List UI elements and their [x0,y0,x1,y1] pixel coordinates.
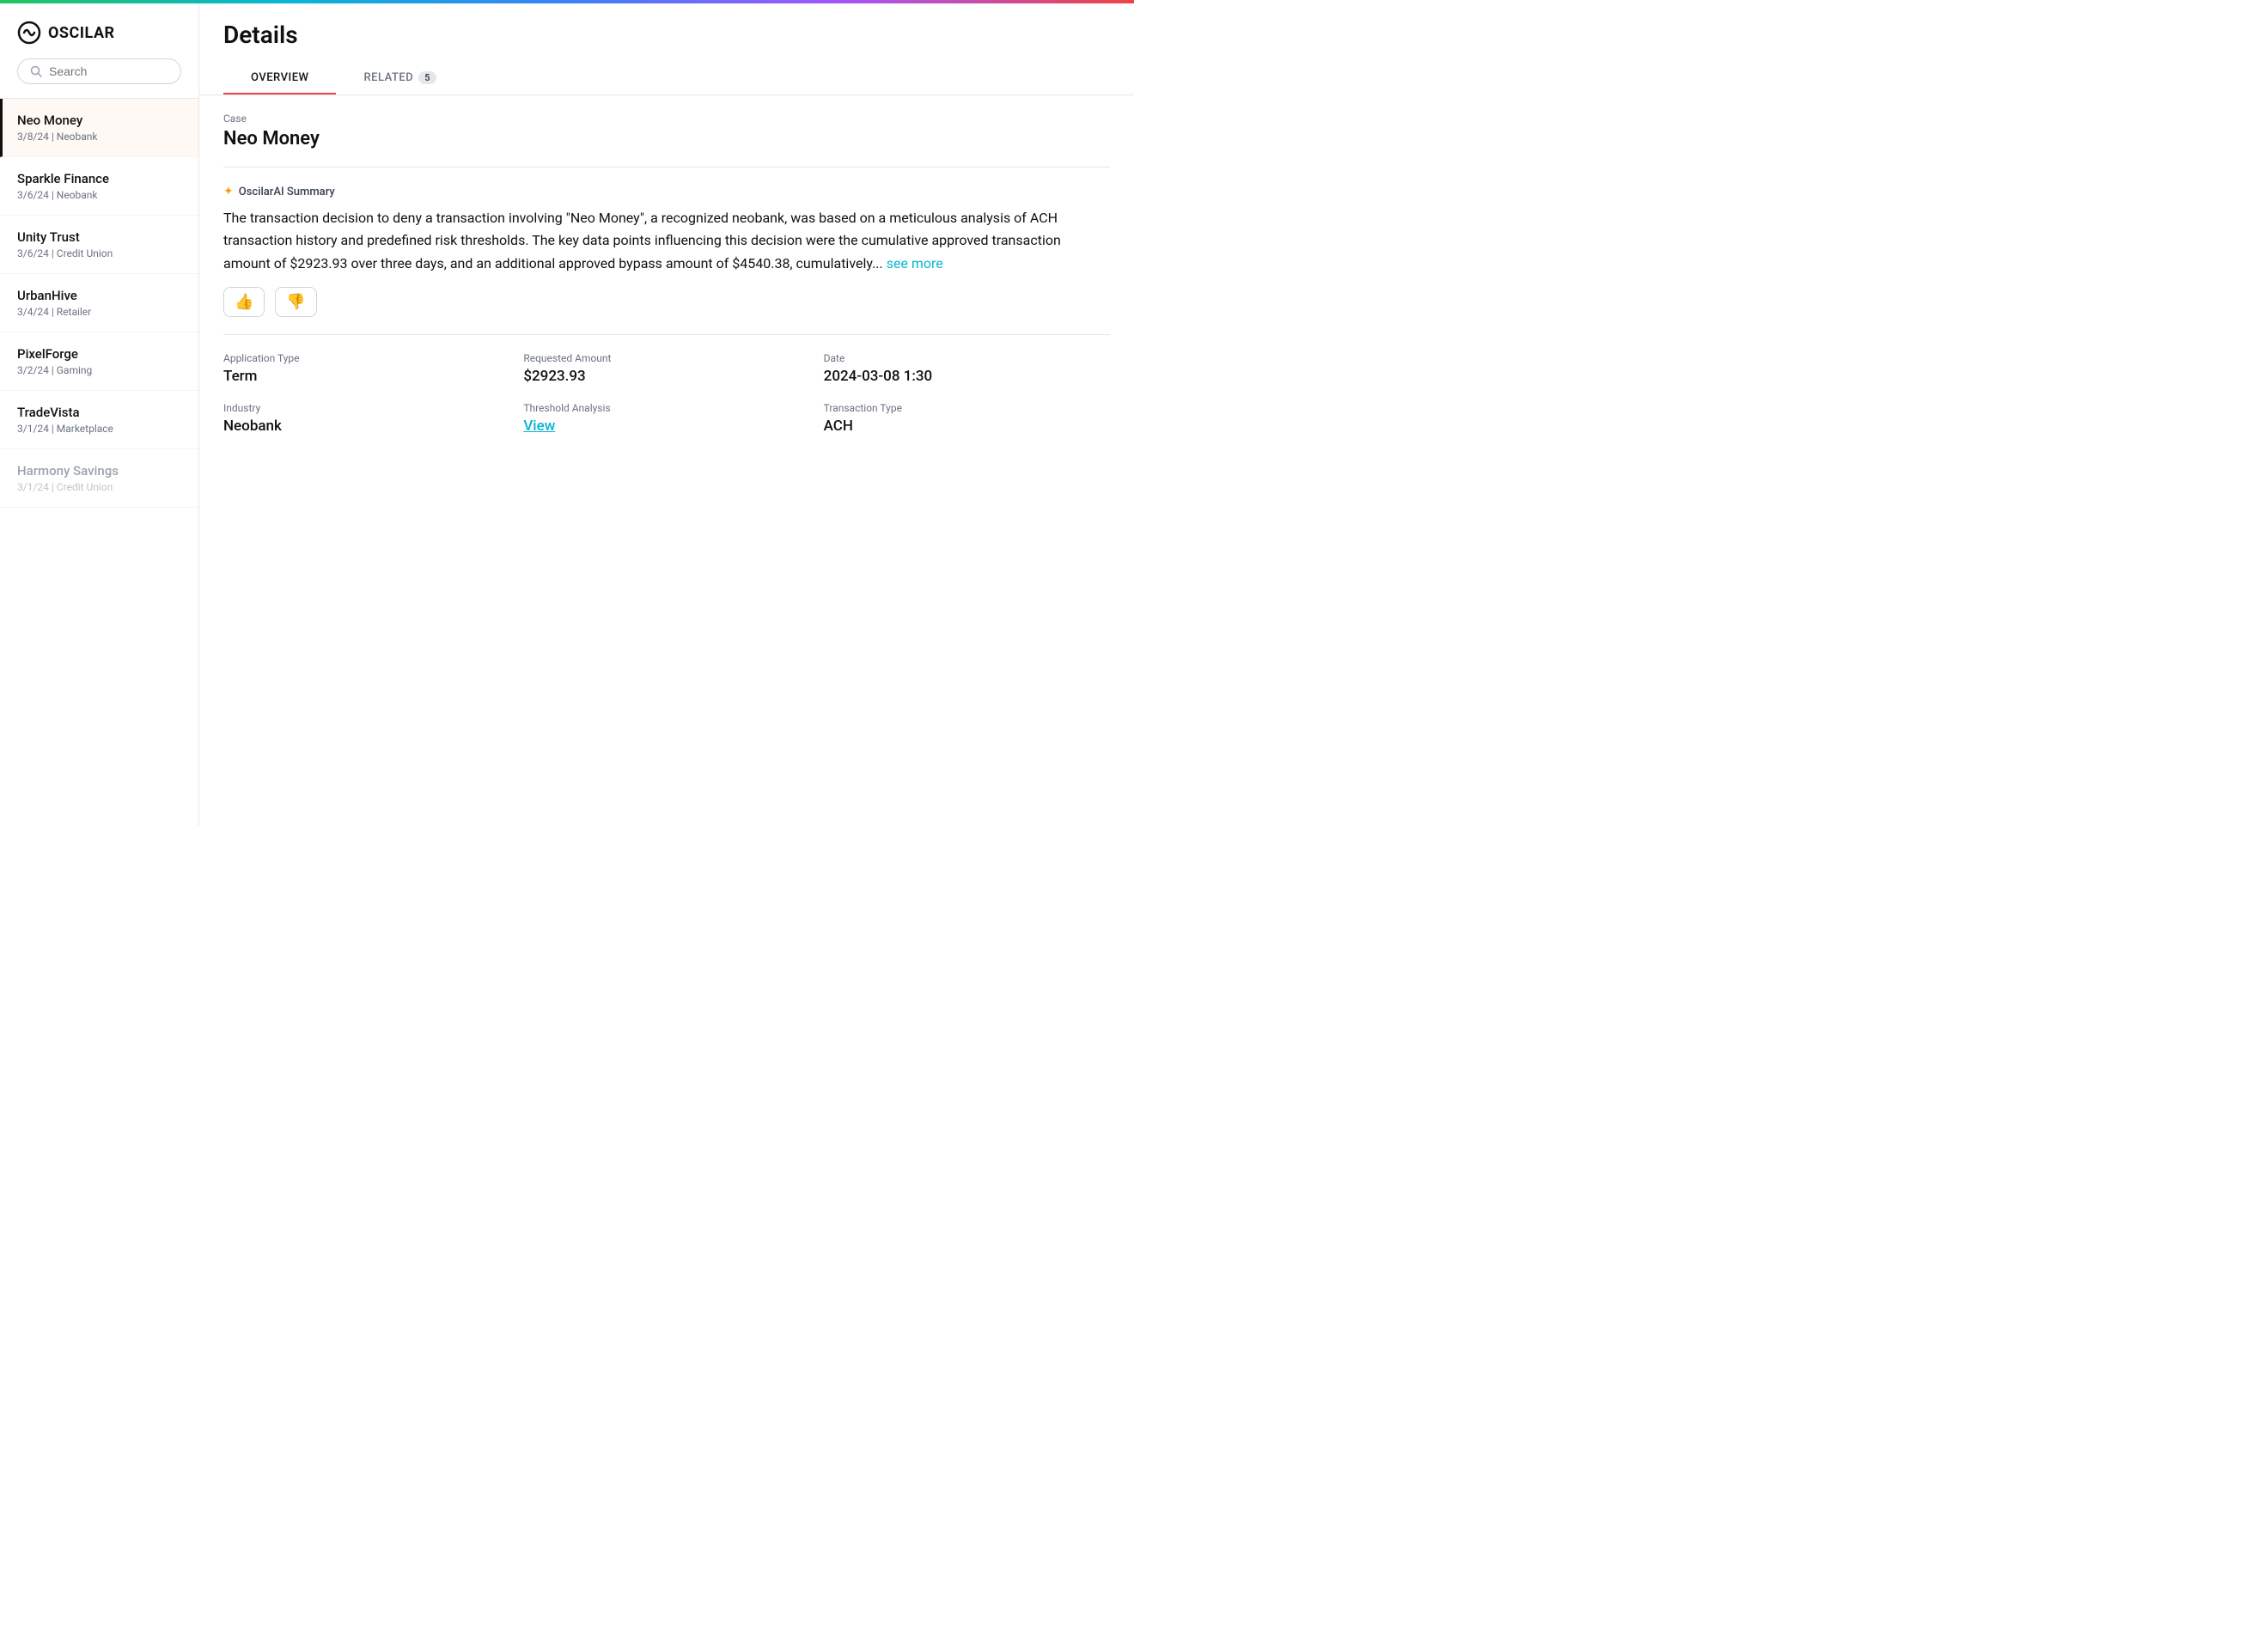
ai-sparkle-icon: ✦ [223,185,234,198]
sidebar-item-name: Harmony Savings [17,463,181,479]
thumbs-up-button[interactable]: 👍 [223,287,265,317]
sidebar-item-pixelforge[interactable]: PixelForge 3/2/24 | Gaming [0,332,198,391]
sidebar-item-tradevista[interactable]: TradeVista 3/1/24 | Marketplace [0,391,198,449]
case-value: Neo Money [223,128,1110,149]
tabs: OVERVIEW RELATED 5 [223,63,1110,94]
search-box[interactable] [17,58,181,84]
thumbs-down-button[interactable]: 👎 [275,287,316,317]
sidebar: OSCILAR Neo Money 3/8/24 | Neobank Spark… [0,3,199,826]
search-icon [30,65,42,77]
sidebar-item-meta: 3/6/24 | Neobank [17,189,181,201]
details-grid: Application Type Term Requested Amount $… [223,352,1110,435]
sidebar-item-meta: 3/4/24 | Retailer [17,306,181,318]
sidebar-item-sparkle-finance[interactable]: Sparkle Finance 3/6/24 | Neobank [0,157,198,216]
detail-industry: Industry Neobank [223,402,509,435]
sidebar-item-name: Neo Money [17,113,181,128]
sidebar-item-urbanhive[interactable]: UrbanHive 3/4/24 | Retailer [0,274,198,332]
main-content: Details OVERVIEW RELATED 5 Case Neo Money … [199,3,1134,826]
logo: OSCILAR [17,21,181,45]
ai-summary-header: ✦ OscilarAI Summary [223,185,1110,198]
ai-summary-section: ✦ OscilarAI Summary The transaction deci… [223,185,1110,335]
sidebar-item-name: UrbanHive [17,288,181,303]
sidebar-item-name: PixelForge [17,346,181,362]
detail-threshold-analysis: Threshold Analysis View [523,402,809,435]
sidebar-list: Neo Money 3/8/24 | Neobank Sparkle Finan… [0,99,198,826]
tab-badge-related: 5 [418,71,436,84]
tab-label: RELATED [363,71,413,84]
sidebar-item-meta: 3/6/24 | Credit Union [17,247,181,259]
main-header: Details OVERVIEW RELATED 5 [199,3,1134,95]
detail-application-type: Application Type Term [223,352,509,385]
oscilar-logo-icon [17,21,41,45]
sidebar-item-name: TradeVista [17,405,181,420]
logo-text: OSCILAR [48,24,115,42]
see-more-link[interactable]: see more [887,255,943,271]
feedback-buttons: 👍 👎 [223,287,1110,317]
sidebar-item-name: Unity Trust [17,229,181,245]
ai-summary-text: The transaction decision to deny a trans… [223,207,1110,275]
sidebar-item-meta: 3/1/24 | Credit Union [17,481,181,493]
case-label: Case [223,113,1110,125]
tab-related[interactable]: RELATED 5 [336,63,464,94]
sidebar-header: OSCILAR [0,3,198,99]
sidebar-item-meta: 3/8/24 | Neobank [17,131,181,143]
sidebar-item-name: Sparkle Finance [17,171,181,186]
detail-date: Date 2024-03-08 1:30 [824,352,1110,385]
sidebar-item-harmony-savings[interactable]: Harmony Savings 3/1/24 | Credit Union [0,449,198,508]
main-body: Case Neo Money ✦ OscilarAI Summary The t… [199,95,1134,826]
page-title: Details [223,21,1110,49]
detail-transaction-type: Transaction Type ACH [824,402,1110,435]
sidebar-item-meta: 3/2/24 | Gaming [17,364,181,376]
detail-requested-amount: Requested Amount $2923.93 [523,352,809,385]
ai-summary-title: OscilarAI Summary [239,186,335,198]
threshold-analysis-link[interactable]: View [523,418,809,435]
sidebar-item-neo-money[interactable]: Neo Money 3/8/24 | Neobank [0,99,198,157]
search-input[interactable] [49,64,168,78]
sidebar-item-unity-trust[interactable]: Unity Trust 3/6/24 | Credit Union [0,216,198,274]
tab-label: OVERVIEW [251,71,308,84]
sidebar-item-meta: 3/1/24 | Marketplace [17,423,181,435]
case-section: Case Neo Money [223,113,1110,168]
tab-overview[interactable]: OVERVIEW [223,63,336,94]
